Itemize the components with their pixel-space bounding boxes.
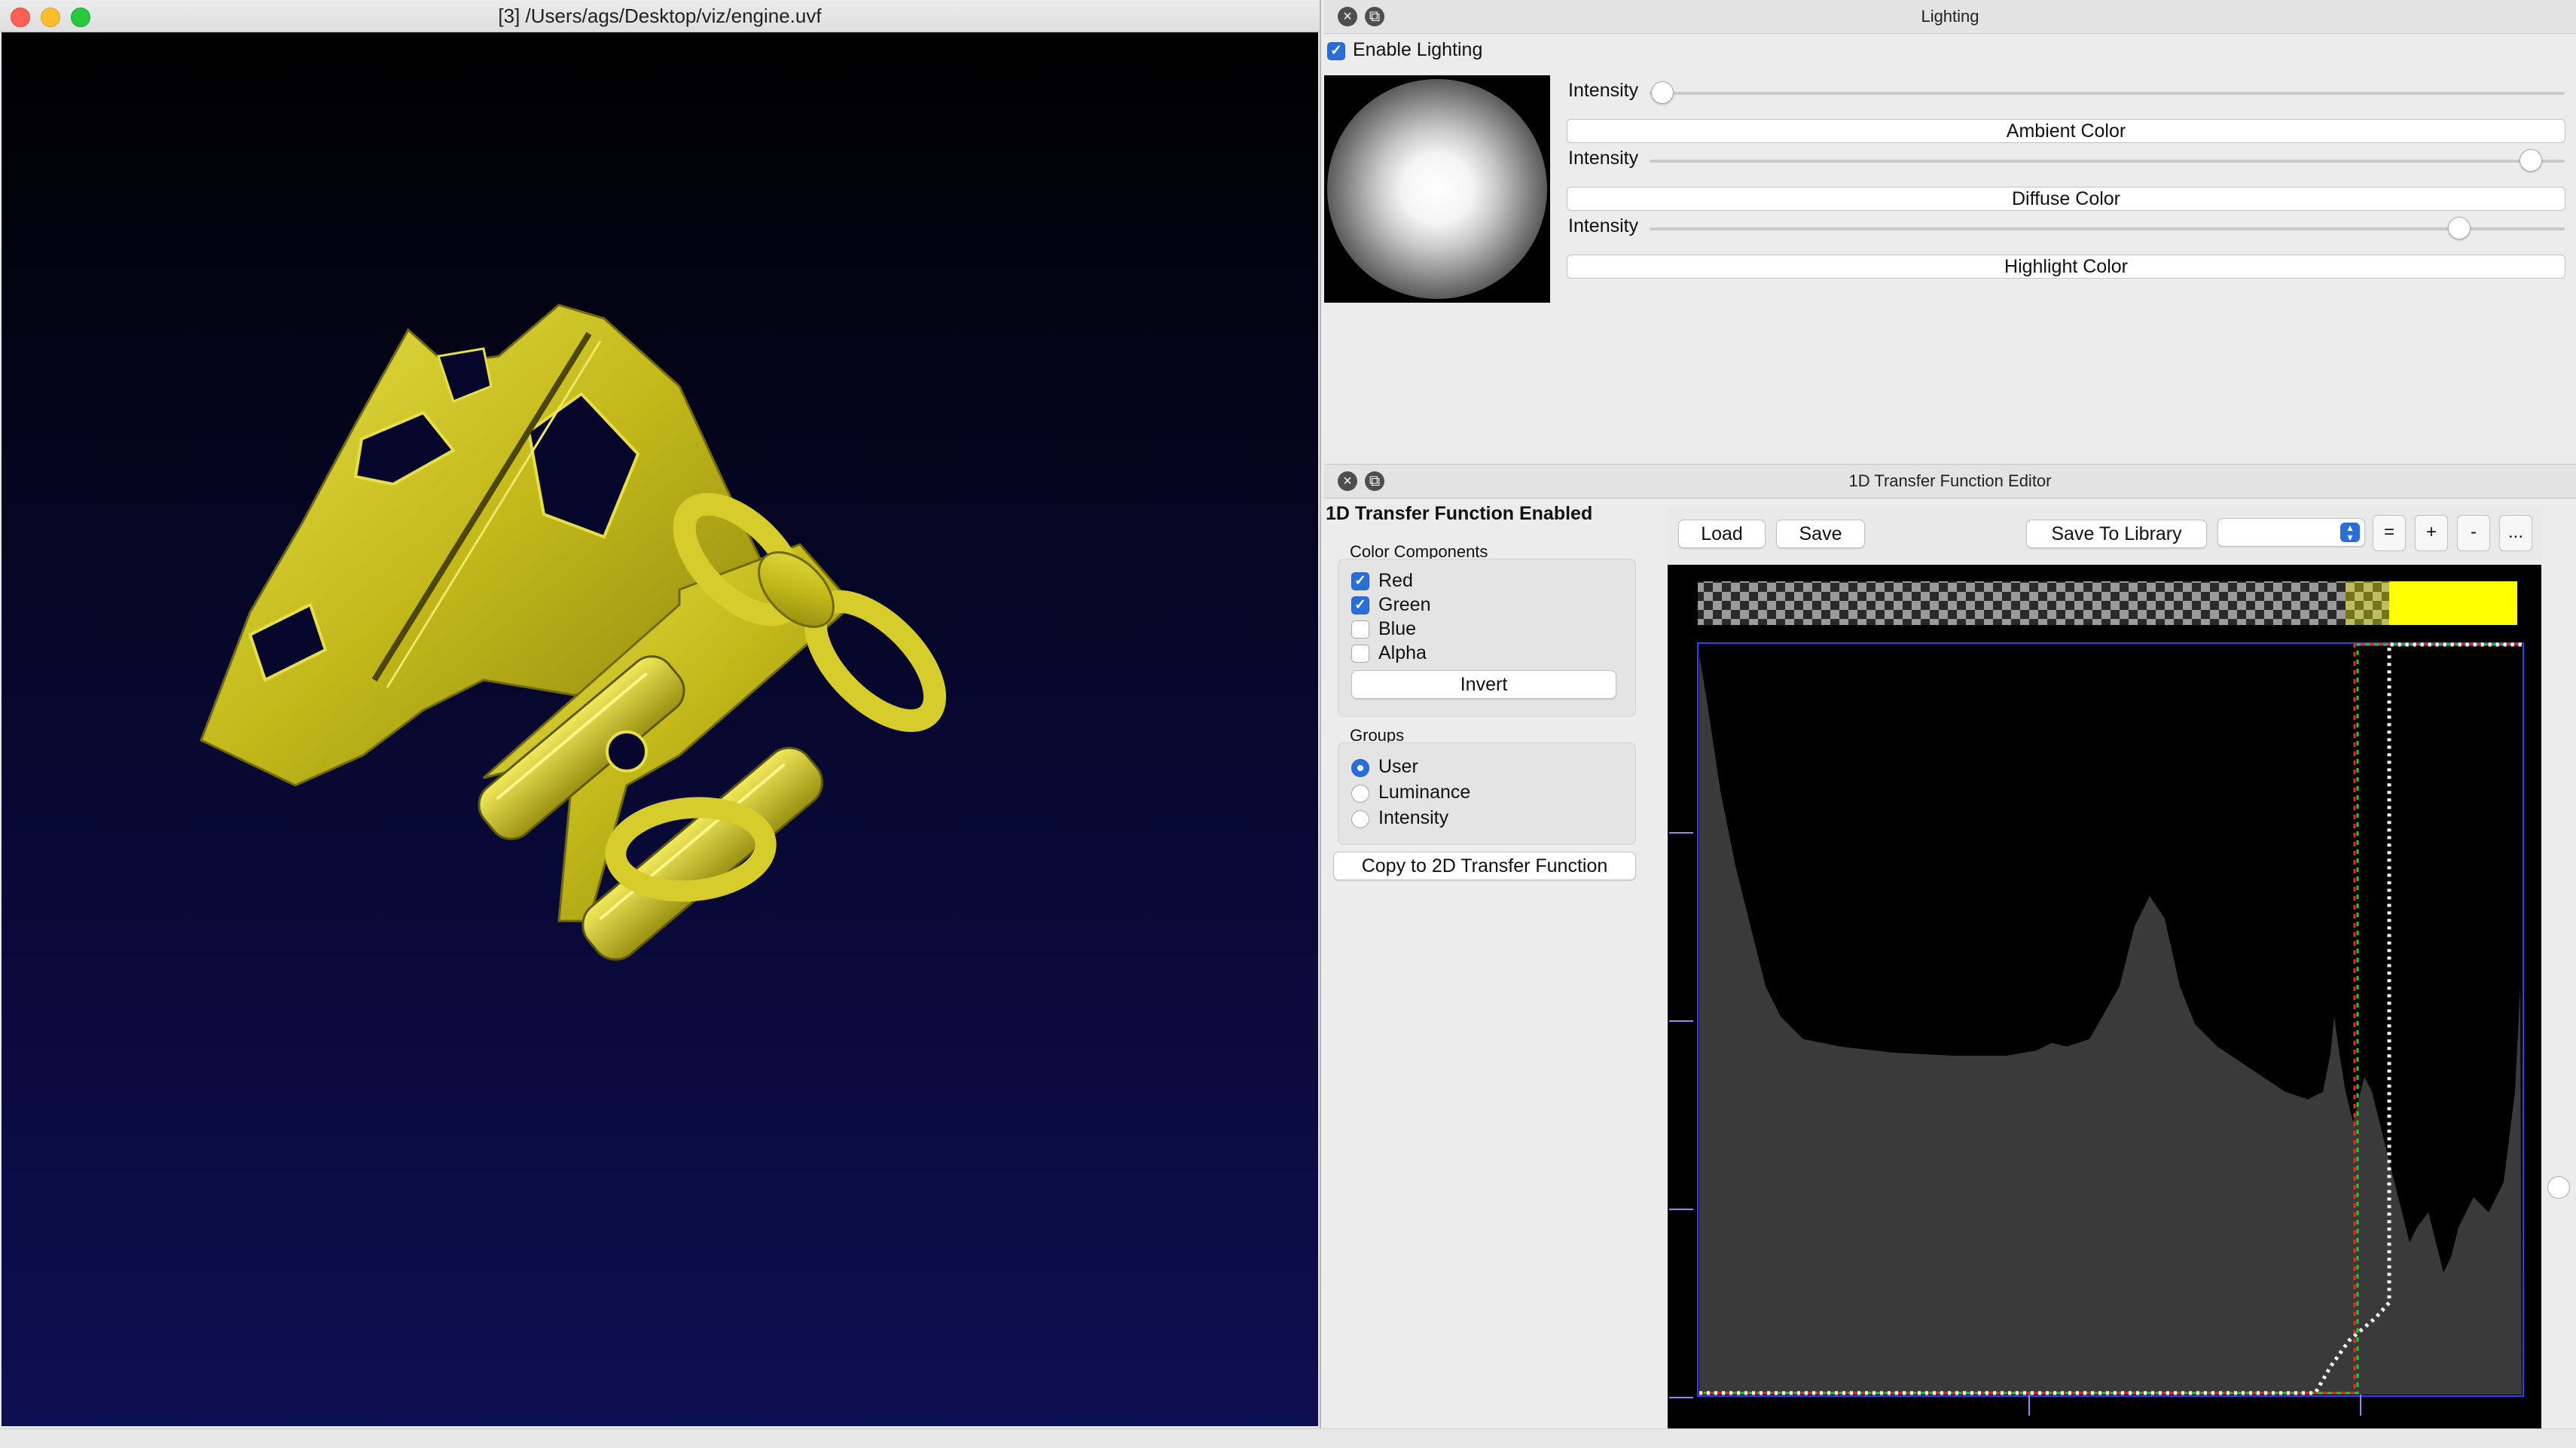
group-user-radio[interactable] — [1351, 759, 1369, 777]
highlight-intensity-knob[interactable] — [2448, 217, 2471, 239]
load-button[interactable]: Load — [1678, 520, 1766, 548]
diffuse-intensity-label: Intensity — [1568, 148, 1639, 169]
minus-button[interactable]: - — [2457, 515, 2490, 551]
panel-resize-handle[interactable] — [2547, 1176, 2570, 1199]
highlight-intensity-label: Intensity — [1568, 215, 1639, 236]
ambient-intensity-slider[interactable] — [1650, 92, 2565, 95]
status-strip — [0, 1428, 2576, 1448]
x-axis-ticks — [2028, 1395, 2361, 1416]
ambient-intensity-label: Intensity — [1568, 80, 1639, 101]
tf-status-label: 1D Transfer Function Enabled — [1326, 503, 1593, 524]
engine-volume-render — [200, 303, 947, 961]
light-preview-sphere[interactable] — [1324, 75, 1550, 303]
blue-component-checkbox[interactable] — [1351, 620, 1369, 639]
red-component-checkbox[interactable]: ✓ — [1351, 572, 1369, 590]
y-axis-ticks — [1669, 832, 1693, 1398]
highlight-intensity-slider[interactable] — [1650, 227, 2565, 230]
more-button[interactable]: ... — [2499, 515, 2532, 551]
ambient-intensity-knob[interactable] — [1651, 81, 1674, 104]
invert-button[interactable]: Invert — [1351, 670, 1616, 699]
lighting-title: Lighting — [1921, 7, 1979, 26]
enable-lighting-label: Enable Lighting — [1353, 39, 1483, 60]
diffuse-intensity-knob[interactable] — [2520, 149, 2542, 172]
window-title: [3] /Users/ags/Desktop/viz/engine.uvf — [498, 5, 822, 27]
group-intensity-radio[interactable] — [1351, 810, 1369, 828]
lighting-titlebar: × ⧉ Lighting — [1324, 0, 2576, 34]
highlight-color-button[interactable]: Highlight Color — [1567, 255, 2565, 279]
color-preview-fade — [2346, 581, 2389, 625]
tf-editor-titlebar: × ⧉ 1D Transfer Function Editor — [1324, 465, 2576, 498]
ambient-color-button[interactable]: Ambient Color — [1567, 119, 2565, 143]
select-arrows-icon: ▴ ▾ — [2340, 522, 2360, 542]
library-select[interactable]: ▴ ▾ — [2217, 518, 2365, 547]
render-window: [3] /Users/ags/Desktop/viz/engine.uvf — [0, 0, 1321, 1428]
render-titlebar: [3] /Users/ags/Desktop/viz/engine.uvf — [0, 0, 1320, 32]
diffuse-color-button[interactable]: Diffuse Color — [1567, 187, 2565, 211]
volume-render-viewport[interactable] — [2, 32, 1318, 1426]
tf-editor-title: 1D Transfer Function Editor — [1848, 471, 2052, 490]
group-luminance-radio[interactable] — [1351, 785, 1369, 803]
blue-component-label: Blue — [1378, 618, 1417, 639]
engine-hole — [606, 730, 648, 773]
alpha-component-label: Alpha — [1378, 642, 1427, 663]
green-component-checkbox[interactable]: ✓ — [1351, 596, 1369, 614]
transfer-function-plot — [1669, 581, 2524, 1416]
color-preview-swatch — [2389, 581, 2517, 625]
green-component-label: Green — [1378, 594, 1431, 615]
histogram — [1699, 655, 2522, 1395]
diffuse-intensity-slider[interactable] — [1650, 160, 2565, 163]
equal-button[interactable]: = — [2373, 515, 2406, 551]
save-button[interactable]: Save — [1776, 520, 1865, 548]
group-user-label: User — [1378, 756, 1418, 777]
save-to-library-button[interactable]: Save To Library — [2026, 520, 2207, 548]
plus-button[interactable]: + — [2415, 515, 2448, 551]
alpha-component-checkbox[interactable] — [1351, 645, 1369, 663]
group-intensity-label: Intensity — [1378, 807, 1449, 828]
transfer-function-canvas[interactable] — [1668, 565, 2541, 1428]
group-luminance-label: Luminance — [1378, 782, 1471, 803]
enable-lighting-checkbox[interactable]: ✓ — [1327, 42, 1345, 60]
copy-to-2d-button[interactable]: Copy to 2D Transfer Function — [1333, 852, 1636, 880]
red-component-label: Red — [1378, 570, 1413, 591]
